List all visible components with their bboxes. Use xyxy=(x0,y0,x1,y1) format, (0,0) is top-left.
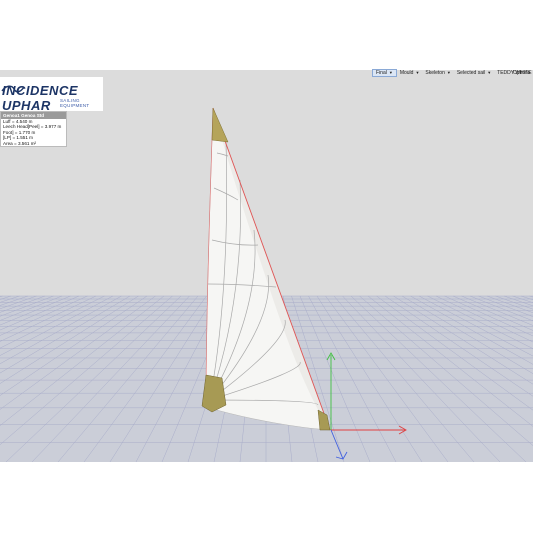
toolbar-selected-sail-label: Selected sail xyxy=(456,69,486,76)
sail-3d-scene[interactable] xyxy=(0,70,533,462)
view-toolbar: Final ▼ Mould ▼ Skeleton ▼ Selected sail… xyxy=(372,68,533,77)
chevron-down-icon: ▼ xyxy=(388,70,393,75)
toolbar-skeleton-label: Skeleton xyxy=(425,69,445,76)
chevron-down-icon: ▼ xyxy=(415,70,420,75)
toolbar-skeleton-dropdown[interactable]: Skeleton ▼ xyxy=(422,69,453,77)
toolbar-final-label: Final xyxy=(376,69,387,76)
sail-info-panel: Genoa1 Genoa Std Luff = 4.540 m Leech He… xyxy=(0,111,67,148)
chevron-down-icon: ▼ xyxy=(487,70,492,75)
chevron-down-icon: ▼ xyxy=(446,70,451,75)
3d-viewport[interactable] xyxy=(0,70,533,462)
tack-reinforcement xyxy=(201,374,227,413)
toolbar-mould-dropdown[interactable]: Mould ▼ xyxy=(397,69,423,77)
brand-logo: INCIDENCE UPHAR SAILING EQUIPMENT xyxy=(0,77,103,113)
toolbar-selected-sail-dropdown[interactable]: Selected sail ▼ xyxy=(454,69,494,77)
info-row-area: Area = 3.561 m² xyxy=(3,140,37,146)
options-label: Options xyxy=(513,69,531,76)
toolbar-final-dropdown[interactable]: Final ▼ xyxy=(372,68,397,77)
options-menu[interactable]: Options xyxy=(513,68,530,77)
info-panel-title: Genoa1 Genoa Std xyxy=(1,112,66,119)
toolbar-mould-label: Mould xyxy=(399,69,414,76)
logo-tagline: SAILING EQUIPMENT xyxy=(60,98,90,108)
